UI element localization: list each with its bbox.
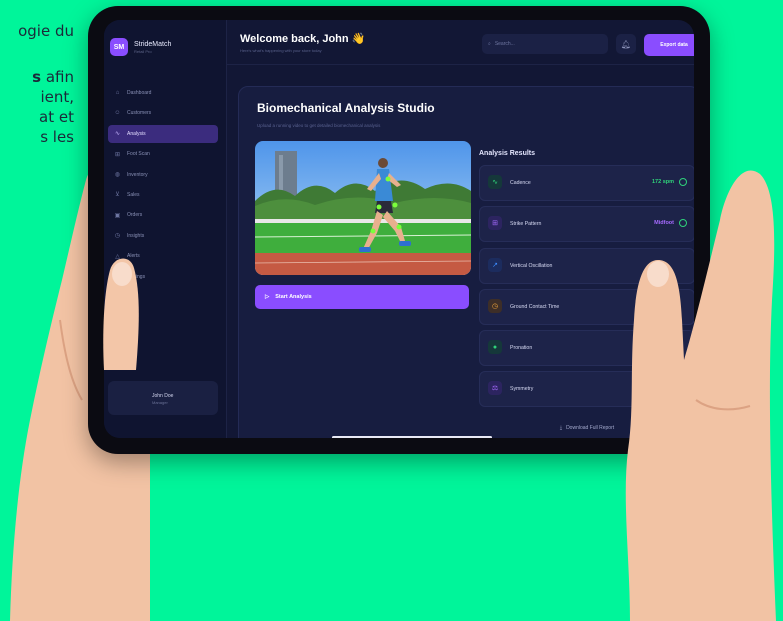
- sidebar-item-customers[interactable]: ☺ Customers: [108, 104, 218, 122]
- welcome-title: Welcome back, John 👋: [240, 33, 366, 45]
- sidebar-item-label: Foot Scan: [127, 151, 150, 158]
- balance-icon: ⚖: [488, 381, 502, 396]
- profile-role: Manager: [152, 400, 168, 405]
- left-thumb: [103, 258, 139, 370]
- sidebar-item-label: Dashboard: [127, 90, 152, 96]
- text-line-5: s les: [40, 128, 74, 146]
- text-line-2-bold: s: [32, 68, 42, 86]
- brand-logo: SM: [110, 38, 128, 56]
- sidebar-item-dashboard[interactable]: ⌂ Dashboard: [108, 84, 218, 102]
- result-label: Strike Pattern: [510, 221, 542, 228]
- footprint-icon: ⊞: [488, 216, 502, 231]
- download-icon: ⤓: [559, 425, 563, 431]
- export-data-button[interactable]: Export data: [644, 34, 694, 56]
- sidebar-item-label: Insights: [127, 232, 145, 239]
- search-icon: ⌕: [488, 41, 491, 47]
- home-icon: ⌂: [115, 90, 120, 96]
- text-line-2: s afin: [32, 68, 74, 86]
- home-indicator: [332, 436, 492, 438]
- text-line-2-rest: afin: [41, 68, 74, 86]
- clock-icon: ◷: [488, 298, 502, 313]
- activity-icon: ∿: [114, 131, 121, 138]
- text-line-4: at et: [39, 108, 74, 126]
- trend-icon: ↗: [488, 257, 502, 272]
- brand-sub: Retail Pro: [134, 48, 152, 54]
- text-line-3: ient,: [40, 88, 74, 106]
- welcome-subtitle: Here's what's happening with your store …: [240, 48, 322, 53]
- box-icon: ◍: [114, 172, 121, 179]
- sidebar-item-sales[interactable]: ⊻ Sales: [108, 186, 218, 204]
- sidebar-item-insights[interactable]: ◷ Insights: [108, 227, 218, 245]
- search-input[interactable]: ⌕ Search...: [482, 34, 608, 54]
- result-label: Ground Contact Time: [510, 303, 560, 310]
- user-profile-card[interactable]: John Doe Manager: [108, 381, 218, 415]
- sidebar-item-foot-scan[interactable]: ⊞ Foot Scan: [108, 145, 218, 163]
- sidebar-item-label: Orders: [127, 212, 143, 219]
- sidebar-item-label: Inventory: [127, 171, 148, 178]
- brand[interactable]: SM StrideMatch Retail Pro: [110, 38, 171, 56]
- result-label: Vertical Oscillation: [510, 262, 553, 269]
- cart-icon: ⊻: [115, 192, 120, 199]
- clock-icon: ◷: [114, 233, 121, 240]
- sidebar: SM StrideMatch Retail Pro ⌂ Dashboard ☺ Cu…: [104, 20, 227, 438]
- sidebar-item-label: Analysis: [127, 130, 146, 137]
- start-analysis-button[interactable]: ▷ Start Analysis: [255, 285, 469, 309]
- running-video-preview[interactable]: [255, 141, 471, 275]
- dot-icon: ●: [488, 340, 502, 355]
- sidebar-item-label: Customers: [127, 110, 152, 117]
- start-analysis-label: Start Analysis: [275, 294, 312, 300]
- studio-title: Biomechanical Analysis Studio: [257, 101, 435, 115]
- sidebar-item-inventory[interactable]: ◍ Inventory: [108, 166, 218, 184]
- play-icon: ▷: [265, 294, 270, 300]
- brand-name: StrideMatch: [134, 40, 172, 48]
- right-hand: [625, 170, 776, 621]
- top-bar: Welcome back, John 👋 Here's what's happe…: [226, 20, 694, 65]
- notification-button[interactable]: 🔔︎: [616, 34, 636, 54]
- result-label: Cadence: [510, 180, 531, 186]
- search-placeholder: Search...: [494, 41, 515, 47]
- profile-name: John Doe: [152, 393, 174, 399]
- clipboard-icon: ▣: [114, 212, 121, 219]
- result-label: Symmetry: [510, 386, 534, 393]
- foot-icon: ⊞: [114, 151, 121, 158]
- result-label: Pronation: [510, 345, 533, 352]
- runner-video-frame: [255, 141, 471, 275]
- pulse-icon: ∿: [488, 175, 502, 189]
- users-icon: ☺: [114, 110, 121, 117]
- sidebar-item-orders[interactable]: ▣ Orders: [108, 206, 218, 224]
- sidebar-item-label: Sales: [127, 191, 140, 198]
- text-line-1: ogie du: [18, 22, 74, 40]
- analysis-results-title: Analysis Results: [479, 150, 536, 157]
- studio-subtitle: Upload a running video to get detailed b…: [257, 123, 381, 128]
- sidebar-item-analysis[interactable]: ∿ Analysis: [108, 124, 218, 143]
- bell-icon: 🔔︎: [620, 39, 632, 49]
